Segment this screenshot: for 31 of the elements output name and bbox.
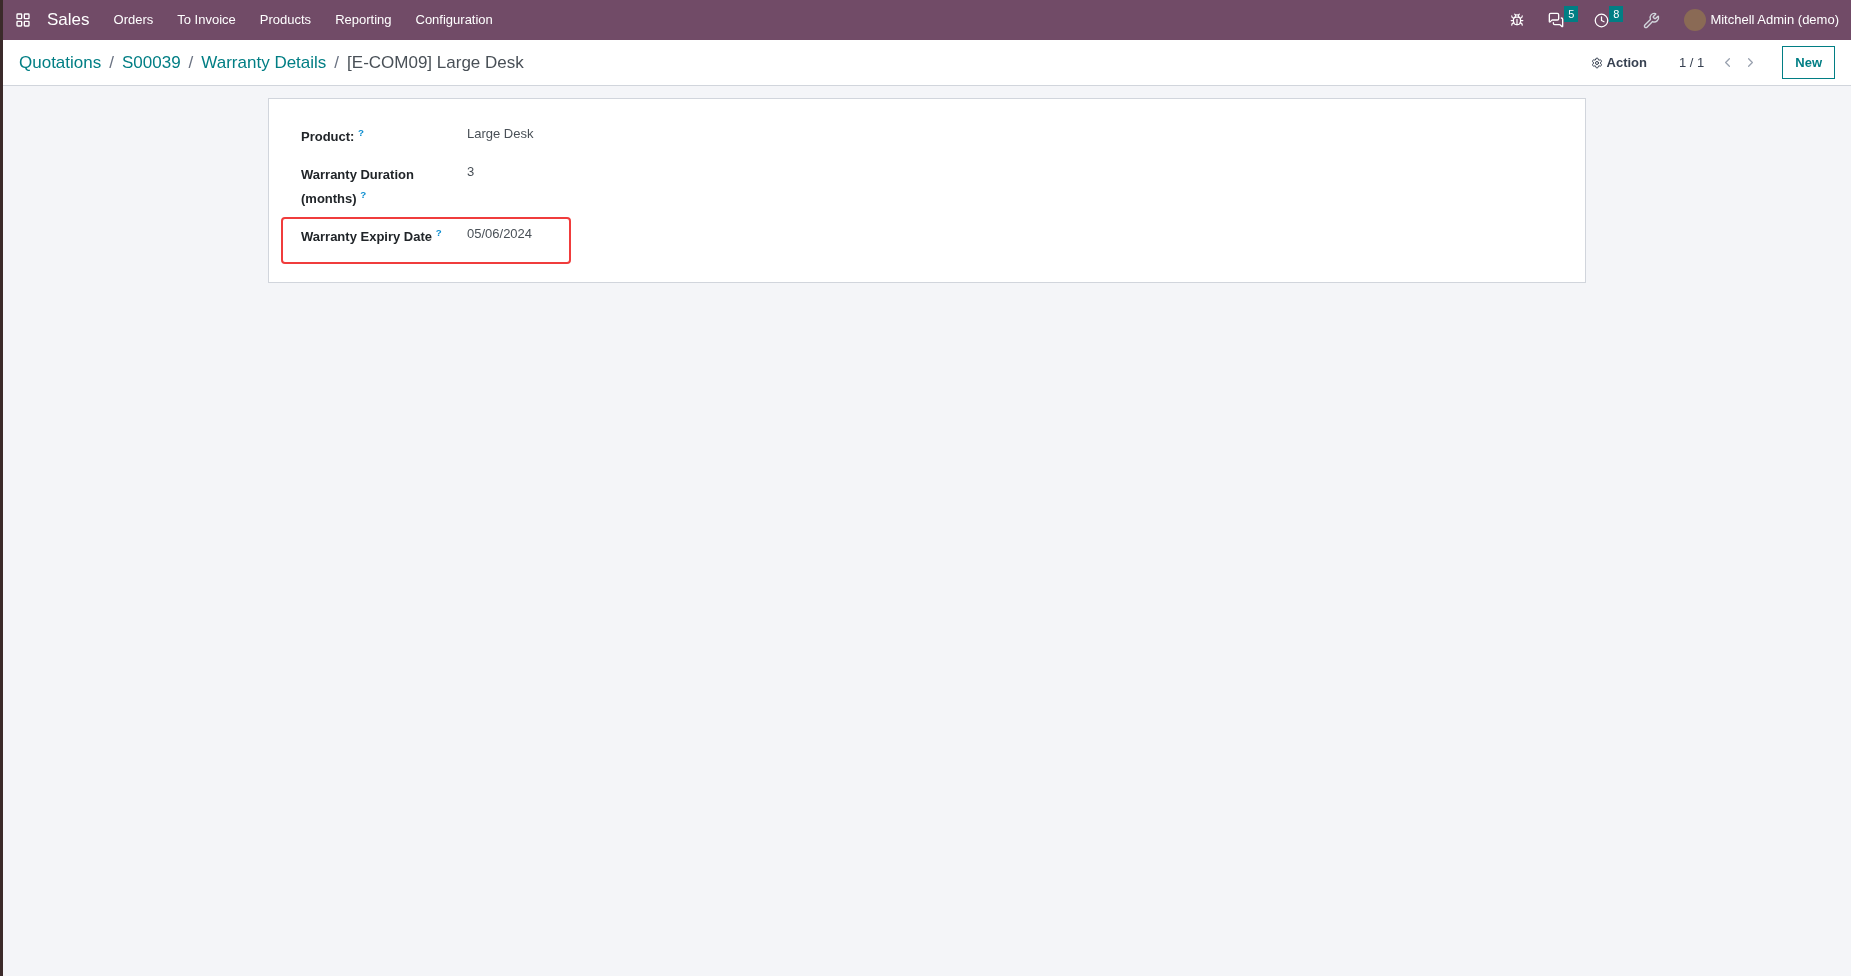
chat-icon[interactable] bbox=[1548, 12, 1565, 28]
breadcrumb-current: [E-COM09] Large Desk bbox=[347, 51, 524, 74]
action-button[interactable]: Action bbox=[1590, 52, 1647, 73]
new-button[interactable]: New bbox=[1782, 45, 1835, 80]
field-value: Large Desk bbox=[467, 125, 534, 143]
bug-icon[interactable] bbox=[1510, 13, 1525, 27]
breadcrumb-separator: / bbox=[109, 51, 114, 74]
menu-item[interactable]: Reporting bbox=[335, 10, 392, 30]
breadcrumb-link[interactable]: Quotations bbox=[19, 49, 102, 76]
menu-item[interactable]: Products bbox=[259, 10, 312, 30]
breadcrumb-separator: / bbox=[188, 51, 194, 74]
field-value: 3 bbox=[467, 163, 475, 181]
menu-item[interactable]: Orders bbox=[113, 10, 154, 30]
tools-icon[interactable] bbox=[1643, 11, 1661, 29]
message-count-badge: 5 bbox=[1564, 5, 1579, 23]
menu-item[interactable]: Configuration bbox=[415, 10, 493, 30]
breadcrumb-link[interactable]: S00039 bbox=[121, 49, 181, 76]
pager: 1 / 1 bbox=[1678, 53, 1705, 72]
menu-item[interactable]: To Invoice bbox=[177, 10, 236, 30]
field-label: Warranty Duration (months) $^{?}$ bbox=[301, 167, 414, 206]
field-label: Warranty Expiry Date $^{?}$ bbox=[301, 229, 442, 244]
breadcrumb-separator: / bbox=[334, 51, 340, 74]
breadcrumb-link[interactable]: Warranty Details bbox=[201, 49, 327, 76]
user-name[interactable]: Mitchell Admin (demo) bbox=[1710, 10, 1839, 30]
clock-icon[interactable] bbox=[1594, 12, 1610, 28]
apps-menu-icon[interactable] bbox=[15, 12, 31, 28]
field-label: Product: $^{?}$ bbox=[301, 129, 365, 144]
activity-count-badge: 8 bbox=[1609, 5, 1624, 23]
gear-icon bbox=[1590, 56, 1603, 69]
app-name[interactable]: Sales bbox=[47, 7, 90, 33]
field-value: 05/06/2024 bbox=[467, 225, 533, 243]
